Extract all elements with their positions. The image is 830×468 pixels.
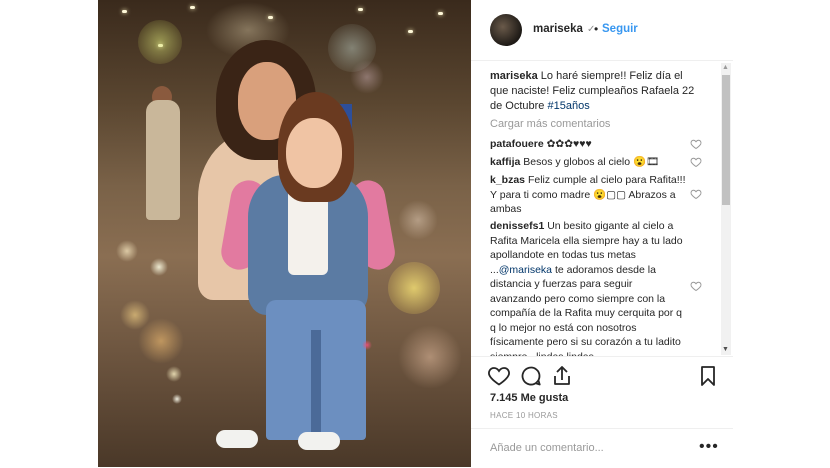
- post-panel: mariseka ✓ • Seguir mariseka Lo haré sie…: [471, 0, 733, 467]
- like-count[interactable]: 7.145 Me gusta: [490, 392, 568, 404]
- bokeh-light: [388, 262, 440, 314]
- ceiling-light: [408, 30, 413, 33]
- bystander: [146, 100, 180, 220]
- girl-shoe: [216, 430, 258, 448]
- post-photo[interactable]: [98, 0, 471, 467]
- ceiling-light: [438, 12, 443, 15]
- more-options-icon[interactable]: •••: [699, 438, 719, 456]
- action-bar: [471, 356, 733, 397]
- scrollbar-thumb[interactable]: [722, 75, 730, 205]
- separator-dot: •: [594, 22, 599, 36]
- bokeh-light: [166, 366, 182, 382]
- comment-username[interactable]: denissefs1: [490, 220, 544, 232]
- list-item: kaffija Besos y globos al cielo 😮🎞: [490, 155, 686, 170]
- bookmark-icon[interactable]: [696, 364, 720, 388]
- comment-like-icon[interactable]: [690, 138, 702, 150]
- scroll-up-arrow-icon[interactable]: ▲: [722, 63, 729, 73]
- scroll-down-arrow-icon[interactable]: ▼: [722, 345, 729, 355]
- avatar[interactable]: [490, 14, 522, 46]
- list-item: denissefs1 Un besito gigante al cielo a …: [490, 219, 686, 356]
- comment-like-icon[interactable]: [690, 188, 702, 200]
- ceiling-light: [122, 10, 127, 13]
- comment-username[interactable]: k_bzas: [490, 174, 525, 186]
- share-icon[interactable]: [550, 364, 574, 388]
- girl-face: [286, 118, 342, 188]
- bokeh-light: [350, 60, 384, 94]
- caption-username[interactable]: mariseka: [490, 70, 538, 82]
- comments-scrollbar[interactable]: ▲ ▼: [721, 63, 731, 355]
- comment-input[interactable]: Añade un comentario...: [490, 442, 604, 454]
- bokeh-light: [398, 200, 438, 240]
- post-header: mariseka ✓ • Seguir: [471, 0, 733, 61]
- list-item: k_bzas Feliz cumple al cielo para Rafita…: [490, 173, 686, 217]
- comment-text: ✿✿✿♥♥♥: [546, 138, 592, 150]
- heart-icon[interactable]: [487, 364, 511, 388]
- comment-text: te adoramos desde la distancia y fuerzas…: [490, 263, 683, 357]
- girl-shoe: [298, 432, 340, 450]
- girl-jeans: [266, 300, 366, 440]
- post-timestamp: HACE 10 HORAS: [490, 411, 558, 420]
- ceiling-light: [268, 16, 273, 19]
- comments-list[interactable]: mariseka Lo haré siempre!! Feliz día el …: [471, 61, 733, 356]
- post-caption: mariseka Lo haré siempre!! Feliz día el …: [490, 69, 700, 114]
- comment-mention[interactable]: @mariseka: [499, 264, 552, 276]
- ceiling-light: [190, 6, 195, 9]
- bokeh-light: [398, 325, 462, 389]
- bokeh-light: [150, 258, 168, 276]
- bokeh-light: [138, 318, 184, 364]
- comment-like-icon[interactable]: [690, 156, 702, 168]
- list-item: patafouere ✿✿✿♥♥♥: [490, 137, 686, 152]
- follow-button[interactable]: Seguir: [602, 23, 638, 35]
- load-more-comments-button[interactable]: Cargar más comentarios: [490, 118, 610, 130]
- comment-username[interactable]: patafouere: [490, 138, 544, 150]
- bokeh-light: [362, 340, 372, 350]
- add-comment-bar: Añade un comentario... •••: [471, 428, 733, 468]
- post-username[interactable]: mariseka: [533, 23, 583, 35]
- bokeh-light: [116, 240, 138, 262]
- comment-like-icon[interactable]: [690, 280, 702, 292]
- comment-text: Besos y globos al cielo 😮🎞: [523, 156, 660, 168]
- ceiling-light: [358, 8, 363, 11]
- comment-username[interactable]: kaffija: [490, 156, 520, 168]
- comment-icon[interactable]: [519, 364, 543, 388]
- caption-hashtag[interactable]: #15años: [547, 100, 589, 112]
- bokeh-light: [172, 394, 182, 404]
- bokeh-light: [138, 20, 182, 64]
